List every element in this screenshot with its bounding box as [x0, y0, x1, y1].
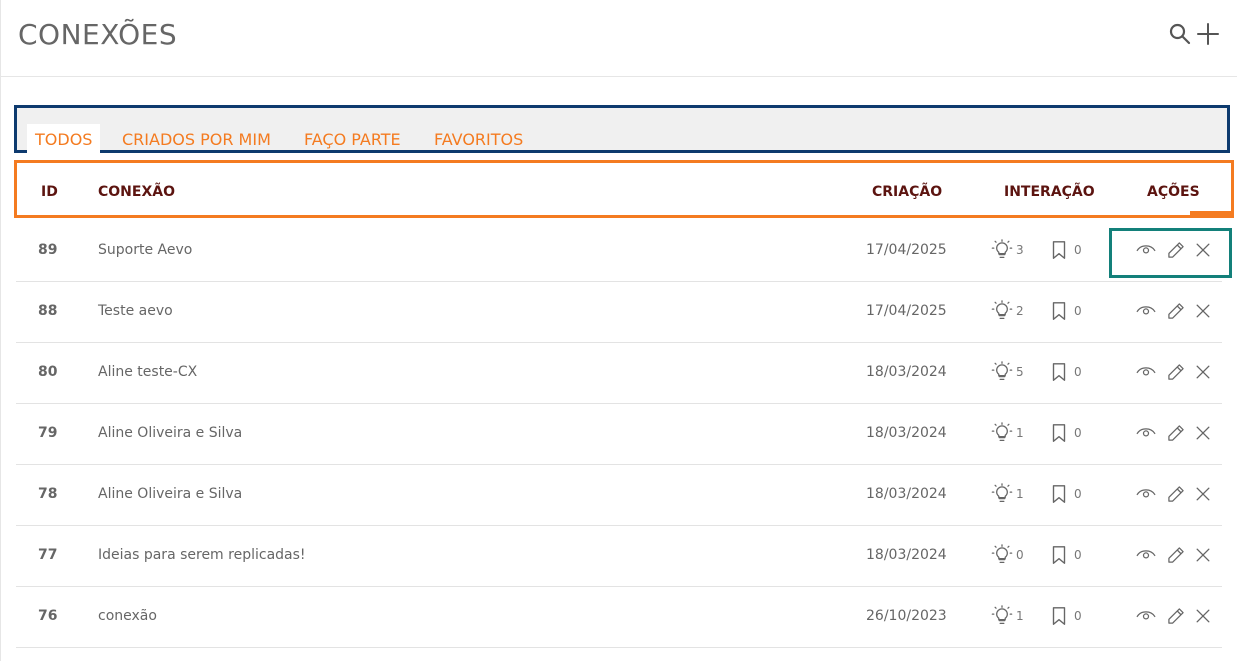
row-connection-name[interactable]: Aline Oliveira e Silva — [98, 425, 242, 441]
bookmark-icon — [1048, 300, 1070, 322]
ideas-count: 0 — [1016, 548, 1024, 562]
pencil-icon[interactable] — [1166, 362, 1186, 382]
row-created-date: 17/04/2025 — [866, 242, 947, 258]
close-icon[interactable] — [1193, 240, 1213, 260]
tab-faco-parte[interactable]: FAÇO PARTE — [296, 124, 409, 153]
row-created-date: 18/03/2024 — [866, 425, 947, 441]
eye-icon[interactable] — [1136, 301, 1156, 321]
page-header: CONEXÕES — [0, 0, 1237, 77]
pencil-icon[interactable] — [1166, 484, 1186, 504]
tab-criados-por-mim[interactable]: CRIADOS POR MIM — [114, 124, 279, 153]
table-row[interactable]: 89 Suporte Aevo 17/04/2025 3 0 — [16, 221, 1222, 282]
row-connection-name[interactable]: conexão — [98, 608, 157, 624]
row-created-date: 18/03/2024 — [866, 364, 947, 380]
row-id: 89 — [38, 242, 58, 258]
left-border — [0, 0, 1, 661]
row-id: 78 — [38, 486, 58, 502]
close-icon[interactable] — [1193, 362, 1213, 382]
eye-icon[interactable] — [1136, 240, 1156, 260]
table-header: ID CONEXÃO CRIAÇÃO INTERAÇÃO AÇÕES — [14, 160, 1234, 218]
ideas-count: 3 — [1016, 243, 1024, 257]
pencil-icon[interactable] — [1166, 606, 1186, 626]
row-connection-name[interactable]: Aline Oliveira e Silva — [98, 486, 242, 502]
saved-count: 0 — [1074, 609, 1082, 623]
row-connection-name[interactable]: Teste aevo — [98, 303, 173, 319]
ideas-count: 5 — [1016, 365, 1024, 379]
eye-icon[interactable] — [1136, 484, 1156, 504]
search-icon[interactable] — [1168, 22, 1192, 46]
bookmark-icon — [1048, 483, 1070, 505]
bookmark-icon — [1048, 544, 1070, 566]
lightbulb-icon — [991, 544, 1013, 566]
eye-icon[interactable] — [1136, 362, 1156, 382]
pencil-icon[interactable] — [1166, 240, 1186, 260]
bookmark-icon — [1048, 422, 1070, 444]
column-header-created[interactable]: CRIAÇÃO — [872, 184, 942, 200]
table-row[interactable]: 79 Aline Oliveira e Silva 18/03/2024 1 0 — [16, 404, 1222, 465]
pencil-icon[interactable] — [1166, 423, 1186, 443]
eye-icon[interactable] — [1136, 545, 1156, 565]
close-icon[interactable] — [1193, 484, 1213, 504]
close-icon[interactable] — [1193, 301, 1213, 321]
tabs-bar: TODOS CRIADOS POR MIM FAÇO PARTE FAVORIT… — [14, 105, 1230, 153]
saved-count: 0 — [1074, 426, 1082, 440]
plus-icon[interactable] — [1196, 22, 1220, 46]
close-icon[interactable] — [1193, 545, 1213, 565]
row-id: 88 — [38, 303, 58, 319]
row-created-date: 26/10/2023 — [866, 608, 947, 624]
column-header-connection[interactable]: CONEXÃO — [98, 184, 175, 200]
table-row[interactable]: 77 Ideias para serem replicadas! 18/03/202… — [16, 526, 1222, 587]
row-connection-name[interactable]: Suporte Aevo — [98, 242, 192, 258]
lightbulb-icon — [991, 300, 1013, 322]
ideas-count: 1 — [1016, 609, 1024, 623]
table-row[interactable]: 88 Teste aevo 17/04/2025 2 0 — [16, 282, 1222, 343]
sort-indicator — [1190, 211, 1232, 215]
saved-count: 0 — [1074, 243, 1082, 257]
page-title: CONEXÕES — [18, 18, 178, 51]
ideas-count: 1 — [1016, 426, 1024, 440]
bookmark-icon — [1048, 239, 1070, 261]
table-row[interactable]: 78 Aline Oliveira e Silva 18/03/2024 1 0 — [16, 465, 1222, 526]
row-id: 76 — [38, 608, 58, 624]
ideas-count: 2 — [1016, 304, 1024, 318]
row-id: 79 — [38, 425, 58, 441]
tab-todos[interactable]: TODOS — [27, 124, 101, 153]
lightbulb-icon — [991, 483, 1013, 505]
row-connection-name[interactable]: Aline teste-CX — [98, 364, 197, 380]
saved-count: 0 — [1074, 548, 1082, 562]
pencil-icon[interactable] — [1166, 301, 1186, 321]
lightbulb-icon — [991, 361, 1013, 383]
saved-count: 0 — [1074, 365, 1082, 379]
saved-count: 0 — [1074, 487, 1082, 501]
lightbulb-icon — [991, 422, 1013, 444]
lightbulb-icon — [991, 239, 1013, 261]
bookmark-icon — [1048, 605, 1070, 627]
column-header-interaction[interactable]: INTERAÇÃO — [1004, 184, 1095, 200]
tab-favoritos[interactable]: FAVORITOS — [426, 124, 531, 153]
ideas-count: 1 — [1016, 487, 1024, 501]
column-header-id[interactable]: ID — [41, 184, 58, 200]
close-icon[interactable] — [1193, 606, 1213, 626]
eye-icon[interactable] — [1136, 606, 1156, 626]
close-icon[interactable] — [1193, 423, 1213, 443]
row-id: 77 — [38, 547, 58, 563]
column-header-actions[interactable]: AÇÕES — [1147, 184, 1200, 200]
table-row[interactable]: 80 Aline teste-CX 18/03/2024 5 0 — [16, 343, 1222, 404]
saved-count: 0 — [1074, 304, 1082, 318]
row-created-date: 18/03/2024 — [866, 547, 947, 563]
bookmark-icon — [1048, 361, 1070, 383]
pencil-icon[interactable] — [1166, 545, 1186, 565]
row-connection-name[interactable]: Ideias para serem replicadas! — [98, 547, 306, 563]
row-created-date: 18/03/2024 — [866, 486, 947, 502]
row-created-date: 17/04/2025 — [866, 303, 947, 319]
eye-icon[interactable] — [1136, 423, 1156, 443]
row-id: 80 — [38, 364, 58, 380]
table-row[interactable]: 76 conexão 26/10/2023 1 0 — [16, 587, 1222, 648]
lightbulb-icon — [991, 605, 1013, 627]
